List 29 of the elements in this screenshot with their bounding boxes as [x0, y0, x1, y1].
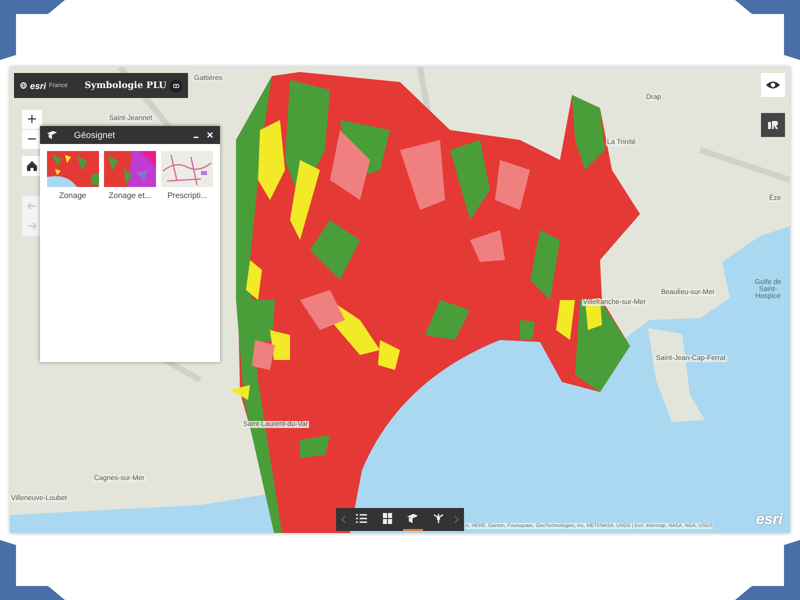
panel-title: Géosignet — [74, 130, 116, 140]
map-thumbnail[interactable] — [161, 151, 214, 187]
corner-ornament — [735, 540, 800, 600]
network-icon — [432, 513, 445, 524]
zoom-in-button[interactable]: + — [22, 110, 42, 129]
chevron-right-icon[interactable] — [454, 515, 459, 524]
bookmark-icon — [406, 513, 420, 524]
home-icon[interactable] — [22, 156, 42, 176]
bookmark-icon — [46, 130, 58, 140]
bookmark-label[interactable]: Zonage — [59, 191, 86, 200]
map-thumbnail[interactable] — [104, 151, 156, 187]
logo-text: esri — [30, 80, 46, 90]
footer-logo: esri — [756, 511, 783, 528]
zoom-out-button[interactable]: − — [22, 130, 42, 149]
corner-ornament — [735, 0, 800, 60]
bookmark-label[interactable]: Prescripti... — [167, 191, 208, 200]
globe-icon — [20, 81, 27, 90]
link-icon[interactable] — [170, 78, 182, 94]
close-icon[interactable] — [206, 131, 214, 139]
corner-ornament — [0, 0, 65, 60]
chevron-left-icon[interactable] — [341, 515, 346, 524]
bookmark-label[interactable]: Zonage et... — [108, 191, 152, 200]
corner-ornament — [0, 540, 65, 600]
grid-icon — [380, 513, 394, 524]
map-thumbnail[interactable] — [46, 151, 99, 187]
eye-icon[interactable] — [761, 73, 785, 97]
layer-list-icon[interactable] — [761, 113, 785, 137]
app-title: Symbologie PLU — [84, 80, 167, 90]
list-icon — [355, 513, 368, 524]
